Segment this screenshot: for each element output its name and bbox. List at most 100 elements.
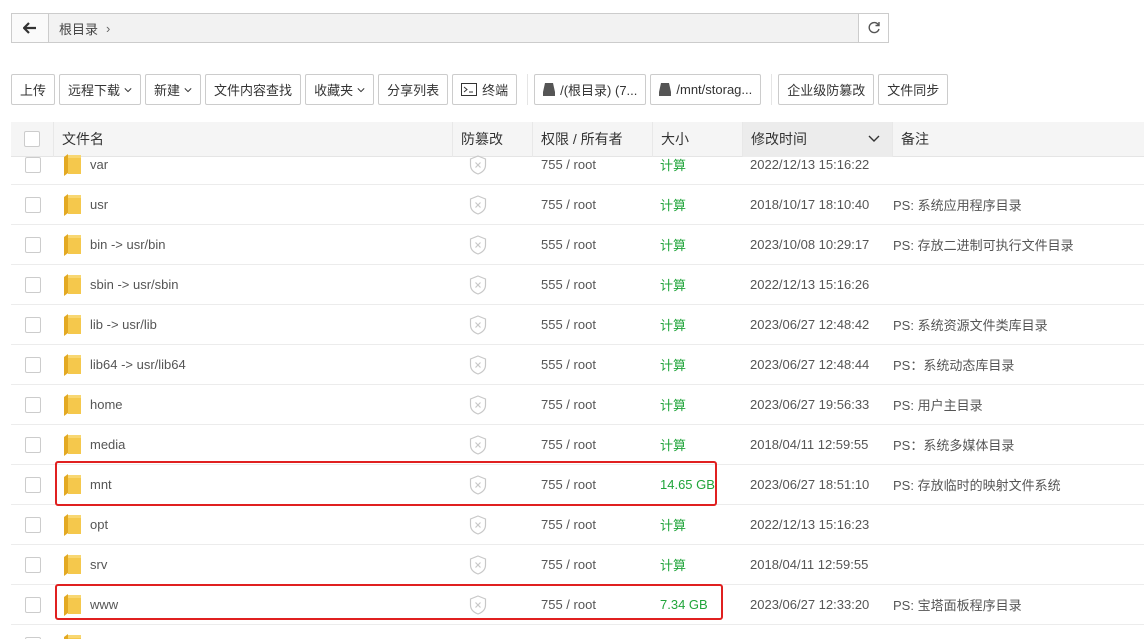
tamper-cell[interactable] — [453, 514, 533, 535]
note-cell[interactable]: PS: 存放临时的映射文件系统 — [893, 475, 1144, 494]
permission-cell[interactable]: 755 / root — [533, 437, 653, 452]
file-name-cell[interactable]: mnt — [54, 473, 453, 496]
table-row[interactable]: home 755 / root 计算 2023/06/27 19:56:33 PS: 用… — [11, 385, 1144, 425]
tamper-cell[interactable] — [453, 154, 533, 175]
size-cell[interactable]: 计算 — [653, 515, 743, 534]
file-name[interactable]: sbin -> usr/sbin — [90, 277, 179, 292]
table-row[interactable] — [11, 625, 1144, 639]
size-cell[interactable]: 14.65 GB — [653, 477, 743, 492]
file-name[interactable]: usr — [90, 197, 108, 212]
table-row[interactable]: sbin -> usr/sbin 555 / root 计算 2022/12/13 1… — [11, 265, 1144, 305]
size-cell[interactable]: 计算 — [653, 155, 743, 174]
file-name[interactable]: bin -> usr/bin — [90, 237, 166, 252]
file-sync-button[interactable]: 文件同步 — [878, 74, 949, 105]
table-row[interactable]: media 755 / root 计算 2018/04/11 12:59:55 PS：系… — [11, 425, 1144, 465]
row-checkbox[interactable] — [24, 516, 41, 533]
file-name-cell[interactable]: sbin -> usr/sbin — [54, 273, 453, 296]
tamper-cell[interactable] — [453, 314, 533, 335]
permission-cell[interactable]: 755 / root — [533, 557, 653, 572]
row-checkbox[interactable] — [24, 476, 41, 493]
size-cell[interactable]: 7.34 GB — [653, 597, 743, 612]
permission-cell[interactable]: 555 / root — [533, 357, 653, 372]
permission-cell[interactable]: 755 / root — [533, 397, 653, 412]
note-cell[interactable]: PS：系统动态库目录 — [893, 355, 1144, 374]
size-cell[interactable]: 计算 — [653, 355, 743, 374]
file-name[interactable]: mnt — [90, 477, 112, 492]
size-cell[interactable]: 计算 — [653, 395, 743, 414]
table-row[interactable]: var 755 / root 计算 2022/12/13 15:16:22 — [11, 147, 1144, 185]
favorites-button[interactable]: 收藏夹 — [305, 74, 375, 105]
row-checkbox[interactable] — [24, 356, 41, 373]
disk-mnt-button[interactable]: /mnt/storag... — [650, 74, 762, 105]
file-name[interactable]: media — [90, 437, 125, 452]
permission-cell[interactable]: 755 / root — [533, 157, 653, 172]
file-name-cell[interactable]: media — [54, 433, 453, 456]
file-name[interactable]: www — [90, 597, 118, 612]
note-cell[interactable]: PS: 宝塔面板程序目录 — [893, 595, 1144, 614]
file-name-cell[interactable]: home — [54, 393, 453, 416]
disk-root-button[interactable]: /(根目录) (7... — [534, 74, 647, 105]
note-cell[interactable]: PS：系统多媒体目录 — [893, 435, 1144, 454]
permission-cell[interactable]: 755 / root — [533, 197, 653, 212]
table-row[interactable]: www 755 / root 7.34 GB 2023/06/27 12:33:20 P… — [11, 585, 1144, 625]
size-cell[interactable]: 计算 — [653, 275, 743, 294]
row-checkbox[interactable] — [24, 396, 41, 413]
content-search-button[interactable]: 文件内容查找 — [205, 74, 302, 105]
tamper-cell[interactable] — [453, 474, 533, 495]
file-name-cell[interactable]: var — [54, 153, 453, 176]
note-cell[interactable]: PS: 用户主目录 — [893, 395, 1144, 414]
size-cell[interactable]: 计算 — [653, 315, 743, 334]
back-button[interactable] — [12, 14, 49, 42]
table-row[interactable]: srv 755 / root 计算 2018/04/11 12:59:55 — [11, 545, 1144, 585]
tamper-cell[interactable] — [453, 274, 533, 295]
table-row[interactable]: lib64 -> usr/lib64 555 / root 计算 2023/06/27… — [11, 345, 1144, 385]
size-cell[interactable]: 计算 — [653, 195, 743, 214]
row-checkbox[interactable] — [24, 596, 41, 613]
row-checkbox[interactable] — [24, 556, 41, 573]
size-cell[interactable]: 计算 — [653, 235, 743, 254]
row-checkbox[interactable] — [24, 156, 41, 173]
note-cell[interactable]: PS: 系统应用程序目录 — [893, 195, 1144, 214]
file-name[interactable]: home — [90, 397, 123, 412]
file-name-cell[interactable]: lib64 -> usr/lib64 — [54, 353, 453, 376]
breadcrumb-root[interactable]: 根目录 — [59, 19, 98, 38]
file-name-cell[interactable]: srv — [54, 553, 453, 576]
tamper-cell[interactable] — [453, 554, 533, 575]
file-name-cell[interactable] — [54, 633, 453, 639]
tamper-cell[interactable] — [453, 234, 533, 255]
permission-cell[interactable]: 555 / root — [533, 317, 653, 332]
file-name-cell[interactable]: bin -> usr/bin — [54, 233, 453, 256]
row-checkbox[interactable] — [24, 236, 41, 253]
share-list-button[interactable]: 分享列表 — [378, 74, 449, 105]
size-cell[interactable]: 计算 — [653, 435, 743, 454]
terminal-button[interactable]: 终端 — [452, 74, 518, 105]
enterprise-tamper-button[interactable]: 企业级防篡改 — [778, 74, 875, 105]
tamper-cell[interactable] — [453, 594, 533, 615]
table-row[interactable]: usr 755 / root 计算 2018/10/17 18:10:40 PS: 系统… — [11, 185, 1144, 225]
permission-cell[interactable]: 755 / root — [533, 477, 653, 492]
note-cell[interactable]: PS: 系统资源文件类库目录 — [893, 315, 1144, 334]
tamper-cell[interactable] — [453, 394, 533, 415]
row-checkbox[interactable] — [24, 276, 41, 293]
size-cell[interactable]: 计算 — [653, 555, 743, 574]
file-name[interactable]: lib -> usr/lib — [90, 317, 157, 332]
remote-download-button[interactable]: 远程下载 — [59, 74, 142, 105]
tamper-cell[interactable] — [453, 194, 533, 215]
select-all-checkbox[interactable] — [24, 131, 40, 147]
file-name[interactable]: lib64 -> usr/lib64 — [90, 357, 186, 372]
file-name-cell[interactable]: usr — [54, 193, 453, 216]
note-cell[interactable]: PS: 存放二进制可执行文件目录 — [893, 235, 1144, 254]
table-row[interactable]: bin -> usr/bin 555 / root 计算 2023/10/08 10:… — [11, 225, 1144, 265]
file-name-cell[interactable]: lib -> usr/lib — [54, 313, 453, 336]
row-checkbox[interactable] — [24, 196, 41, 213]
permission-cell[interactable]: 555 / root — [533, 237, 653, 252]
row-checkbox[interactable] — [24, 316, 41, 333]
permission-cell[interactable]: 755 / root — [533, 517, 653, 532]
table-row[interactable]: mnt 755 / root 14.65 GB 2023/06/27 18:51:10… — [11, 465, 1144, 505]
file-name[interactable]: opt — [90, 517, 108, 532]
permission-cell[interactable]: 555 / root — [533, 277, 653, 292]
file-name[interactable]: var — [90, 157, 108, 172]
file-name-cell[interactable]: opt — [54, 513, 453, 536]
table-row[interactable]: lib -> usr/lib 555 / root 计算 2023/06/27 12:… — [11, 305, 1144, 345]
upload-button[interactable]: 上传 — [11, 74, 56, 105]
